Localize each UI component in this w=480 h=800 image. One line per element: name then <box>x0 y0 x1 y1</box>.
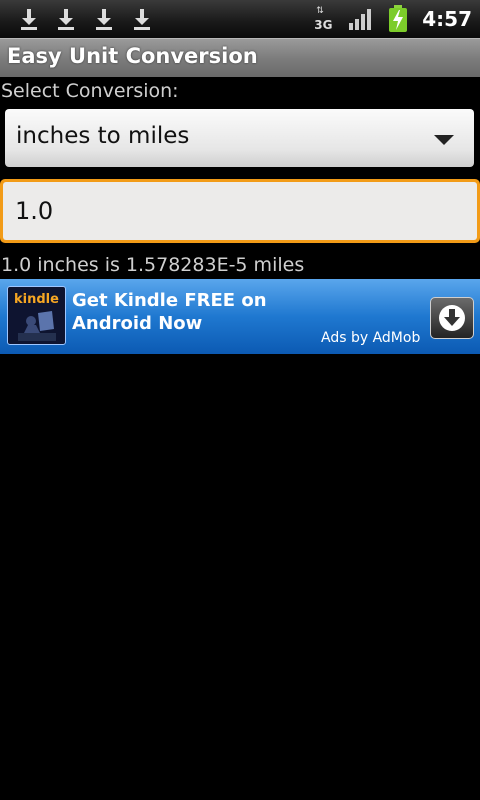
network-3g-icon: ⇅ 3G <box>314 6 333 32</box>
battery-charging-icon <box>389 5 408 32</box>
ad-banner[interactable]: kindle Get Kindle FREE on Android Now Ad… <box>0 279 480 354</box>
value-input-box <box>3 182 477 240</box>
app-title: Easy Unit Conversion <box>7 44 258 68</box>
chevron-down-icon <box>434 135 454 145</box>
download-icon <box>58 9 74 30</box>
ad-headline: Get Kindle FREE on Android Now <box>72 290 267 334</box>
download-icon <box>134 9 150 30</box>
kindle-logo: kindle <box>7 286 66 345</box>
download-icon <box>21 9 37 30</box>
ad-sponsor: Ads by AdMob <box>321 330 421 346</box>
download-button[interactable] <box>430 297 474 339</box>
clock: 4:57 <box>422 7 472 31</box>
signal-icon <box>349 9 372 30</box>
conversion-selected-value: inches to miles <box>16 123 190 149</box>
title-bar: Easy Unit Conversion <box>0 38 480 77</box>
network-label: 3G <box>314 18 333 32</box>
conversion-result: 1.0 inches is 1.578283E-5 miles <box>1 254 305 276</box>
kindle-logo-text: kindle <box>14 292 59 307</box>
conversion-spinner[interactable]: inches to miles <box>5 109 474 167</box>
reader-silhouette-icon <box>18 311 56 341</box>
value-input-frame <box>0 179 480 243</box>
status-bar: ⇅ 3G 4:57 <box>0 0 480 38</box>
download-icon <box>96 9 112 30</box>
select-conversion-label: Select Conversion: <box>1 80 179 102</box>
value-input[interactable] <box>15 194 455 228</box>
download-circle-icon <box>439 305 465 331</box>
